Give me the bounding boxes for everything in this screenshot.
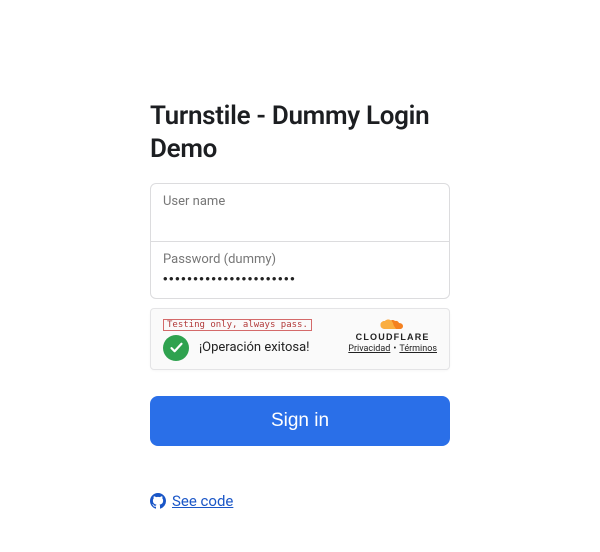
cloudflare-logo-icon: CLOUDFLARE	[356, 319, 430, 342]
testing-badge: Testing only, always pass.	[163, 319, 312, 331]
login-card: Turnstile - Dummy Login Demo User name P…	[150, 100, 450, 513]
see-code-label: See code	[172, 492, 233, 510]
page-title: Turnstile - Dummy Login Demo	[150, 100, 450, 165]
cloudflare-wordmark: CLOUDFLARE	[356, 332, 430, 342]
turnstile-widget: Testing only, always pass. ¡Operación ex…	[150, 308, 450, 370]
privacy-link[interactable]: Privacidad	[348, 344, 390, 354]
terms-link[interactable]: Términos	[399, 344, 437, 354]
password-label: Password (dummy)	[163, 250, 437, 271]
username-field[interactable]: User name	[150, 183, 450, 242]
password-input[interactable]: ••••••••••••••••••••••	[163, 271, 437, 288]
username-input[interactable]	[163, 213, 437, 231]
password-field[interactable]: Password (dummy) ••••••••••••••••••••••	[150, 241, 450, 299]
see-code-link[interactable]: See code	[150, 492, 233, 510]
success-check-icon	[163, 335, 189, 361]
sign-in-button[interactable]: Sign in	[150, 396, 450, 446]
github-icon	[150, 493, 166, 509]
username-label: User name	[163, 192, 437, 213]
captcha-success-message: ¡Operación exitosa!	[199, 340, 310, 355]
